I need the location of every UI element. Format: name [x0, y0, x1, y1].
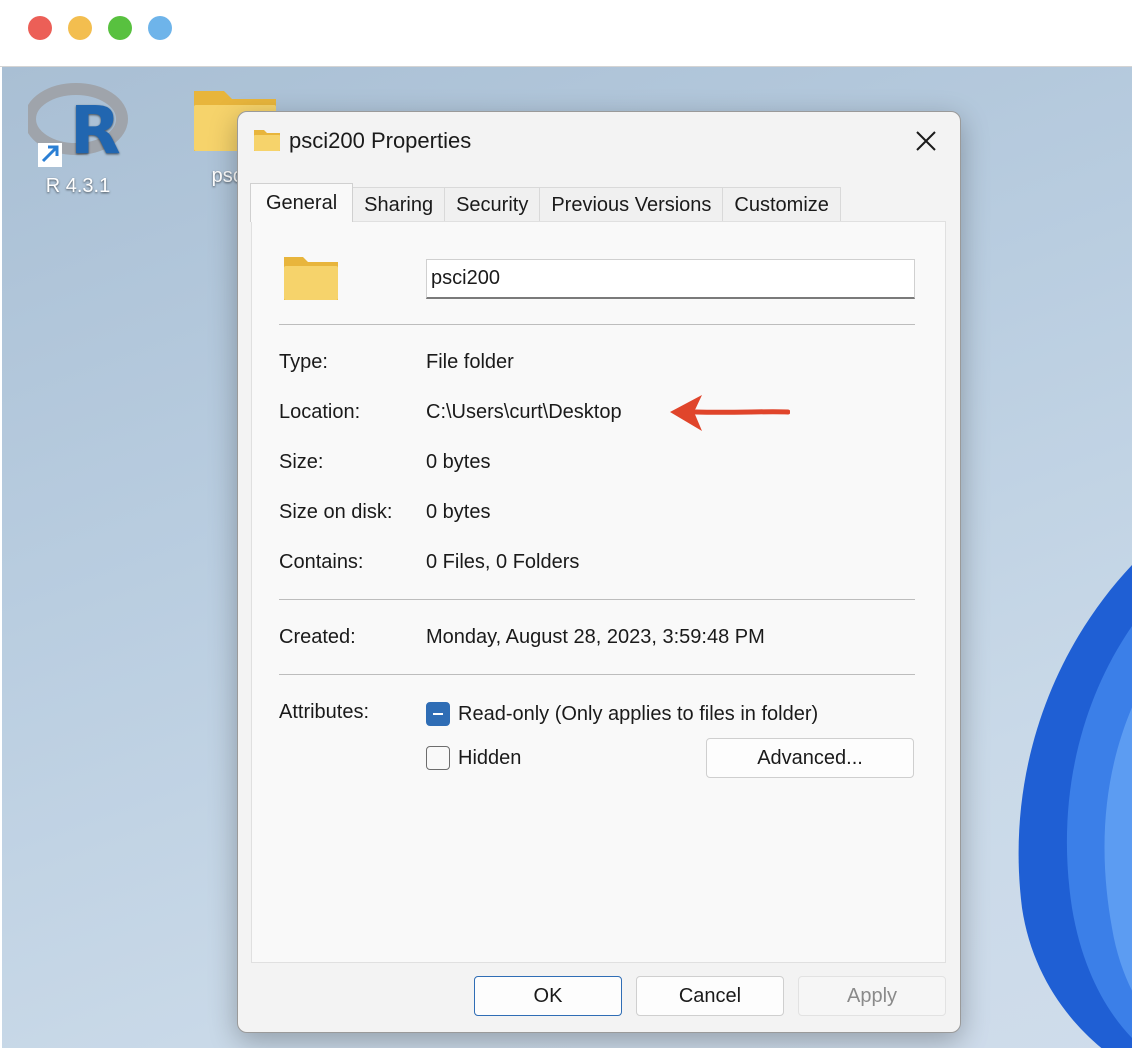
- attributes-label: Attributes:: [279, 701, 370, 723]
- r-logo-icon: R: [28, 83, 128, 167]
- tab-sharing[interactable]: Sharing: [352, 187, 446, 222]
- readonly-label: Read-only (Only applies to files in fold…: [458, 703, 819, 725]
- general-panel: [251, 221, 946, 963]
- type-value: File folder: [426, 351, 514, 373]
- divider: [279, 324, 915, 325]
- annotation-arrow-icon: [670, 395, 790, 431]
- desktop-icon-label: R 4.3.1: [45, 175, 111, 197]
- size-on-disk-label: Size on disk:: [279, 501, 393, 523]
- dialog-title: psci200 Properties: [289, 128, 472, 153]
- folder-icon: [254, 130, 280, 151]
- location-label: Location:: [279, 401, 361, 423]
- folder-icon: [284, 257, 338, 300]
- tab-bar: General Sharing Security Previous Versio…: [250, 183, 841, 222]
- extra-window-button[interactable]: [148, 16, 172, 40]
- divider: [279, 674, 915, 675]
- close-button[interactable]: [903, 120, 949, 162]
- hidden-label: Hidden: [458, 747, 522, 769]
- close-icon: [916, 131, 936, 151]
- folder-name-input[interactable]: [426, 259, 915, 299]
- divider: [279, 599, 915, 600]
- tab-general[interactable]: General: [250, 183, 354, 222]
- svg-text:R: R: [70, 92, 121, 167]
- ok-button[interactable]: OK: [474, 976, 622, 1016]
- dialog-titlebar[interactable]: psci200 Properties: [238, 112, 960, 172]
- location-value: C:\Users\curt\Desktop: [426, 401, 622, 423]
- minimize-window-button[interactable]: [68, 16, 92, 40]
- close-window-button[interactable]: [28, 16, 52, 40]
- created-value: Monday, August 28, 2023, 3:59:48 PM: [426, 626, 765, 648]
- size-label: Size:: [279, 451, 324, 473]
- properties-dialog: psci200 Properties General Sharing Secur…: [237, 111, 961, 1033]
- readonly-checkbox[interactable]: [426, 702, 450, 726]
- tab-customize[interactable]: Customize: [722, 187, 841, 222]
- tab-previous-versions[interactable]: Previous Versions: [539, 187, 724, 222]
- size-on-disk-value: 0 bytes: [426, 501, 491, 523]
- zoom-window-button[interactable]: [108, 16, 132, 40]
- advanced-button[interactable]: Advanced...: [706, 738, 914, 778]
- contains-label: Contains:: [279, 551, 364, 573]
- indeterminate-dash-icon: [433, 713, 443, 715]
- tab-security[interactable]: Security: [444, 187, 541, 222]
- desktop-icon-r[interactable]: R R 4.3.1: [20, 81, 136, 198]
- host-titlebar: [0, 0, 1132, 67]
- cancel-button[interactable]: Cancel: [636, 976, 784, 1016]
- hidden-checkbox[interactable]: [426, 746, 450, 770]
- size-value: 0 bytes: [426, 451, 491, 473]
- created-label: Created:: [279, 626, 356, 648]
- apply-button[interactable]: Apply: [798, 976, 946, 1016]
- type-label: Type:: [279, 351, 328, 373]
- contains-value: 0 Files, 0 Folders: [426, 551, 580, 573]
